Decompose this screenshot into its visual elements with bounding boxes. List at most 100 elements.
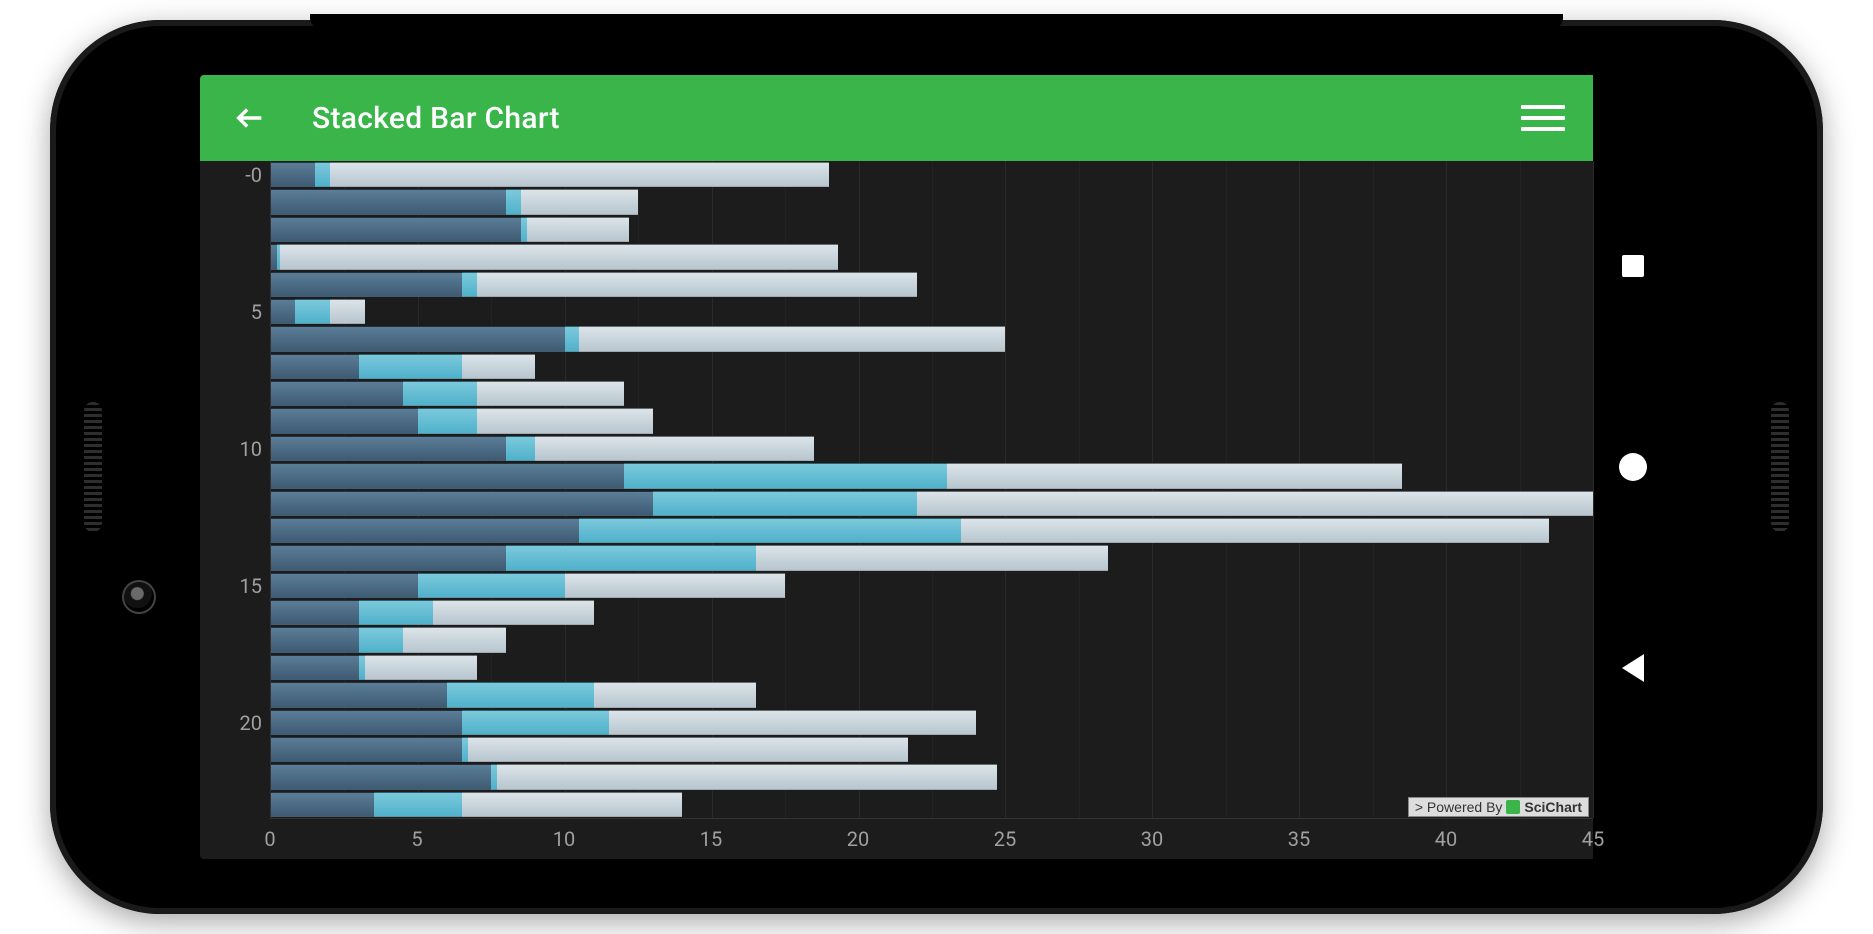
bar-segment[interactable] <box>403 381 476 406</box>
bar-segment[interactable] <box>462 710 609 735</box>
bar-segment[interactable] <box>271 682 447 707</box>
bar-segment[interactable] <box>315 162 330 187</box>
bar-segment[interactable] <box>330 299 365 324</box>
bar-row <box>271 408 1593 433</box>
bar-row <box>271 381 1593 406</box>
powered-by-badge[interactable]: > Powered By SciChart <box>1408 797 1589 817</box>
bar-segment[interactable] <box>579 518 961 543</box>
bar-segment[interactable] <box>271 354 359 379</box>
bar-row <box>271 518 1593 543</box>
bar-segment[interactable] <box>271 189 506 214</box>
nav-home-button[interactable] <box>1616 450 1650 484</box>
bar-segment[interactable] <box>579 326 1005 351</box>
bar-segment[interactable] <box>359 600 432 625</box>
bar-row <box>271 189 1593 214</box>
bar-segment[interactable] <box>497 764 996 789</box>
bar-segment[interactable] <box>271 764 491 789</box>
bar-segment[interactable] <box>506 436 535 461</box>
bar-segment[interactable] <box>418 573 565 598</box>
y-tick-label: 15 <box>240 574 262 598</box>
x-tick-label: 35 <box>1288 827 1310 851</box>
nav-back-button[interactable] <box>1616 651 1650 685</box>
bar-segment[interactable] <box>756 545 1109 570</box>
bar-segment[interactable] <box>374 792 462 817</box>
bar-segment[interactable] <box>271 627 359 652</box>
bar-segment[interactable] <box>271 491 653 516</box>
x-tick-label: 25 <box>994 827 1016 851</box>
android-nav-bar <box>1593 75 1673 859</box>
bar-segment[interactable] <box>271 518 579 543</box>
bar-segment[interactable] <box>271 655 359 680</box>
bar-segment[interactable] <box>403 627 506 652</box>
speaker-grill-icon <box>84 402 102 532</box>
bar-segment[interactable] <box>917 491 1593 516</box>
bar-segment[interactable] <box>271 792 374 817</box>
bar-segment[interactable] <box>295 299 330 324</box>
bar-row <box>271 764 1593 789</box>
bar-segment[interactable] <box>624 463 947 488</box>
bar-segment[interactable] <box>365 655 477 680</box>
x-tick-label: 40 <box>1435 827 1457 851</box>
bar-segment[interactable] <box>477 381 624 406</box>
y-axis: -05101520 <box>200 161 270 819</box>
phone-frame: Stacked Bar Chart -05101520 051015202530… <box>50 20 1823 914</box>
bar-segment[interactable] <box>535 436 814 461</box>
bar-segment[interactable] <box>462 272 477 297</box>
gridline <box>1593 161 1594 818</box>
bar-segment[interactable] <box>506 545 756 570</box>
bar-row <box>271 162 1593 187</box>
bar-segment[interactable] <box>330 162 829 187</box>
bar-segment[interactable] <box>594 682 756 707</box>
hamburger-menu-button[interactable] <box>1521 96 1565 140</box>
bar-segment[interactable] <box>462 354 535 379</box>
bar-segment[interactable] <box>565 326 580 351</box>
bar-segment[interactable] <box>271 408 418 433</box>
bar-segment[interactable] <box>433 600 595 625</box>
bar-segment[interactable] <box>477 408 653 433</box>
bar-row <box>271 272 1593 297</box>
bar-segment[interactable] <box>271 217 521 242</box>
bar-segment[interactable] <box>947 463 1402 488</box>
bar-segment[interactable] <box>271 573 418 598</box>
bar-segment[interactable] <box>447 682 594 707</box>
stacked-bar-chart[interactable]: -05101520 051015202530354045 > Powered B… <box>200 161 1593 859</box>
bar-segment[interactable] <box>462 792 682 817</box>
bar-segment[interactable] <box>961 518 1549 543</box>
bar-segment[interactable] <box>271 436 506 461</box>
bar-segment[interactable] <box>468 737 909 762</box>
bar-row <box>271 600 1593 625</box>
bar-row <box>271 491 1593 516</box>
x-tick-label: 10 <box>553 827 575 851</box>
x-axis: 051015202530354045 <box>270 819 1593 859</box>
bar-segment[interactable] <box>527 217 630 242</box>
bar-segment[interactable] <box>477 272 918 297</box>
bar-segment[interactable] <box>271 272 462 297</box>
bar-segment[interactable] <box>271 299 295 324</box>
bar-segment[interactable] <box>506 189 521 214</box>
bar-segment[interactable] <box>565 573 785 598</box>
bar-segment[interactable] <box>271 545 506 570</box>
bar-segment[interactable] <box>521 189 639 214</box>
bar-segment[interactable] <box>359 354 462 379</box>
chart-plot-area[interactable] <box>270 161 1593 819</box>
square-icon <box>1622 255 1644 277</box>
bar-segment[interactable] <box>280 244 838 269</box>
bar-segment[interactable] <box>271 737 462 762</box>
back-button[interactable] <box>228 96 272 140</box>
bar-segment[interactable] <box>271 463 624 488</box>
bar-row <box>271 627 1593 652</box>
bar-segment[interactable] <box>271 710 462 735</box>
bar-row <box>271 545 1593 570</box>
bar-segment[interactable] <box>271 600 359 625</box>
bar-row <box>271 299 1593 324</box>
bar-segment[interactable] <box>418 408 477 433</box>
nav-overview-button[interactable] <box>1616 249 1650 283</box>
bar-segment[interactable] <box>271 162 315 187</box>
bar-row <box>271 217 1593 242</box>
bar-segment[interactable] <box>271 381 403 406</box>
bar-segment[interactable] <box>609 710 976 735</box>
app-viewport: Stacked Bar Chart -05101520 051015202530… <box>200 75 1593 859</box>
bar-segment[interactable] <box>271 326 565 351</box>
bar-segment[interactable] <box>653 491 917 516</box>
bar-segment[interactable] <box>359 627 403 652</box>
